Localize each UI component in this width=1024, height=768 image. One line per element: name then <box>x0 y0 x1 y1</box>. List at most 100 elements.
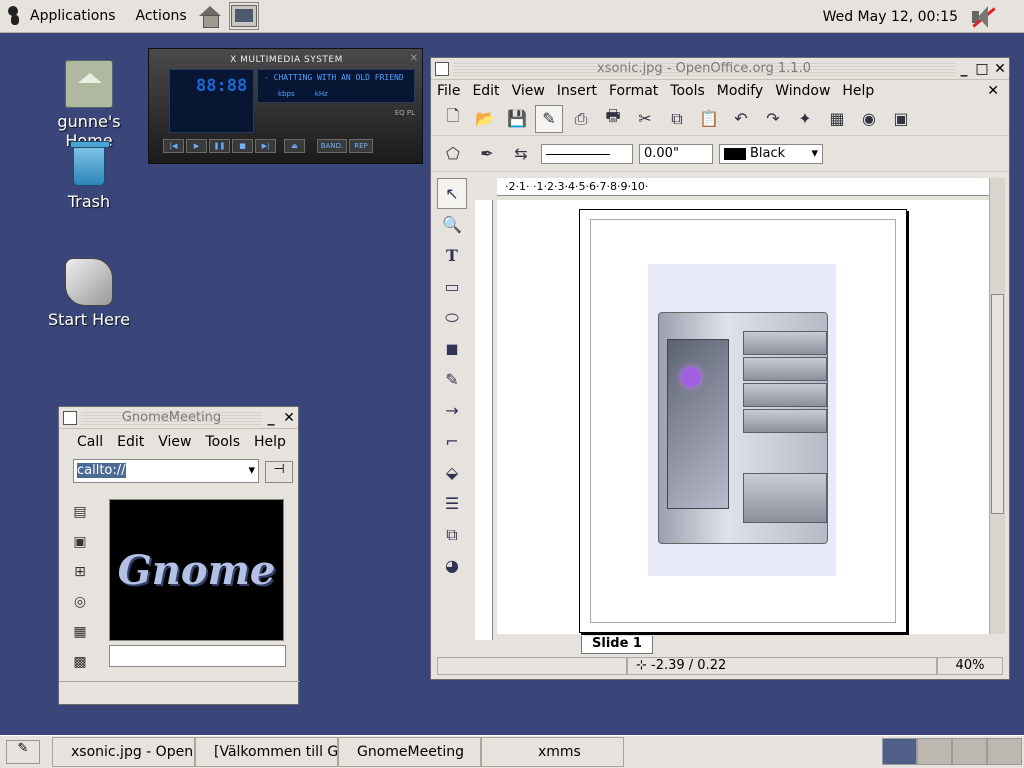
task-gnomemeeting[interactable]: GnomeMeeting <box>338 737 481 767</box>
minimize-button[interactable]: _ <box>955 61 973 77</box>
stop-button[interactable]: ■ <box>232 139 253 153</box>
menu-tools[interactable]: Tools <box>670 83 705 99</box>
gm-menu-help[interactable]: Help <box>254 434 286 450</box>
gm-audio-icon[interactable]: ▦ <box>65 617 95 647</box>
gm-window-menu-icon[interactable] <box>63 410 77 425</box>
gm-titlebar[interactable]: GnomeMeeting _ ✕ <box>59 407 298 429</box>
line-width-field[interactable]: 0.00" <box>639 143 713 164</box>
navigator-icon[interactable]: ✦ <box>791 105 819 133</box>
desktop-icon-start-here[interactable]: Start Here <box>34 258 144 329</box>
doc-close-icon[interactable]: ✕ <box>987 83 999 99</box>
select-icon[interactable]: ↖ <box>437 178 467 209</box>
3d-object-icon[interactable]: ◼ <box>437 333 467 364</box>
align-icon[interactable]: ☰ <box>437 488 467 519</box>
3d-controller-icon[interactable]: ◕ <box>437 550 467 581</box>
pl-toggle[interactable]: PL <box>407 109 415 117</box>
edit-file-icon[interactable]: ✎ <box>535 104 563 133</box>
desktop-icon-trash[interactable]: Trash <box>34 140 144 211</box>
menu-file[interactable]: File <box>437 83 460 99</box>
print-icon[interactable]: 🖶 <box>599 105 627 133</box>
prev-button[interactable]: |◀ <box>163 139 184 153</box>
effects-icon[interactable]: ⬙ <box>437 457 467 488</box>
gm-menu-call[interactable]: Call <box>77 434 103 450</box>
document-canvas[interactable] <box>497 200 989 634</box>
desktop-icon-home[interactable]: gunne's Home <box>34 60 144 150</box>
menu-edit[interactable]: Edit <box>472 83 499 99</box>
task-browser[interactable]: [Välkommen till GC <box>195 737 338 767</box>
window-menu-icon[interactable] <box>435 61 449 76</box>
open-icon[interactable]: 📂 <box>471 105 499 133</box>
eq-toggle[interactable]: EQ <box>395 109 405 117</box>
clock[interactable]: Wed May 12, 00:15 <box>823 0 958 33</box>
computer-case-image[interactable] <box>648 264 836 576</box>
eject-button[interactable]: ⏏ <box>284 139 305 153</box>
gm-webcam-icon[interactable]: ◎ <box>65 587 95 617</box>
xmms-close-icon[interactable]: ✕ <box>410 53 418 64</box>
copy-icon[interactable]: ⧉ <box>663 105 691 133</box>
arrange-icon[interactable]: ⧉ <box>437 519 467 550</box>
terminal-launcher[interactable] <box>228 2 259 30</box>
gm-chat-icon[interactable]: ▤ <box>65 497 95 527</box>
vertical-scrollbar[interactable] <box>989 178 1005 634</box>
hyperlink-icon[interactable]: ◉ <box>855 105 883 133</box>
zoom-icon[interactable]: 🔍 <box>437 209 467 240</box>
zoom-value[interactable]: 40% <box>937 657 1003 675</box>
curve-icon[interactable]: ✎ <box>437 364 467 395</box>
paste-icon[interactable]: 📋 <box>695 105 723 133</box>
line-style-select[interactable] <box>541 143 633 164</box>
text-icon[interactable]: T <box>437 240 467 271</box>
gm-video-settings-icon[interactable]: ▩ <box>65 647 95 677</box>
gm-url-input[interactable]: callto:// ▾ <box>73 459 259 483</box>
next-button[interactable]: ▶| <box>255 139 276 153</box>
gm-minimize-button[interactable]: _ <box>262 410 280 426</box>
slide-tab[interactable]: Slide 1 <box>581 636 653 654</box>
export-pdf-icon[interactable]: ⎙ <box>567 105 595 133</box>
redo-icon[interactable]: ↷ <box>759 105 787 133</box>
vertical-ruler[interactable] <box>475 200 493 640</box>
actions-menu[interactable]: Actions <box>132 0 191 33</box>
slide-page[interactable] <box>579 209 907 633</box>
menu-window[interactable]: Window <box>775 83 830 99</box>
gm-connect-icon[interactable]: ⊣ <box>265 461 293 483</box>
xmms-window[interactable]: X MULTIMEDIA SYSTEM ✕ 88:88 - CHATTING W… <box>148 48 423 164</box>
gm-close-button[interactable]: ✕ <box>280 410 298 426</box>
openoffice-window[interactable]: xsonic.jpg - OpenOffice.org 1.1.0 _ □ ✕ … <box>430 57 1010 680</box>
menu-help[interactable]: Help <box>842 83 874 99</box>
new-icon[interactable]: 🗋 <box>439 105 467 133</box>
chevron-down-icon[interactable]: ▾ <box>248 463 255 478</box>
gm-menu-edit[interactable]: Edit <box>117 434 144 450</box>
horizontal-ruler[interactable]: ·2·1· ·1·2·3·4·5·6·7·8·9·10· <box>497 178 989 196</box>
image-icon[interactable]: ▣ <box>887 105 915 133</box>
workspace-4[interactable] <box>987 738 1022 765</box>
rep-button[interactable]: REP <box>349 139 373 153</box>
line-arrow-icon[interactable]: → <box>437 395 467 426</box>
ellipse-icon[interactable]: ⬭ <box>437 302 467 333</box>
gm-control-panel-icon[interactable]: ⊞ <box>65 557 95 587</box>
gm-text-chat-icon[interactable]: ▣ <box>65 527 95 557</box>
gm-menu-view[interactable]: View <box>158 434 191 450</box>
maximize-button[interactable]: □ <box>973 61 991 77</box>
menu-view[interactable]: View <box>512 83 545 99</box>
line-color-select[interactable]: Black ▾ <box>719 143 823 164</box>
save-icon[interactable]: 💾 <box>503 105 531 133</box>
rectangle-icon[interactable]: ▭ <box>437 271 467 302</box>
applications-menu[interactable]: Applications <box>0 0 120 33</box>
line-style-icon[interactable]: ✒ <box>473 140 501 168</box>
arrow-style-icon[interactable]: ⇆ <box>507 140 535 168</box>
pause-button[interactable]: ❚❚ <box>209 139 230 153</box>
cut-icon[interactable]: ✂ <box>631 105 659 133</box>
gnomemeeting-window[interactable]: GnomeMeeting _ ✕ Call Edit View Tools He… <box>58 406 300 705</box>
task-openoffice[interactable]: xsonic.jpg - OpenO <box>52 737 195 767</box>
menu-insert[interactable]: Insert <box>557 83 597 99</box>
home-launcher[interactable] <box>195 2 225 30</box>
workspace-1[interactable] <box>882 738 917 765</box>
close-button[interactable]: ✕ <box>991 61 1009 77</box>
menu-format[interactable]: Format <box>609 83 658 99</box>
undo-icon[interactable]: ↶ <box>727 105 755 133</box>
band-button[interactable]: BAND. <box>317 139 347 153</box>
workspace-3[interactable] <box>952 738 987 765</box>
gallery-icon[interactable]: ▦ <box>823 105 851 133</box>
show-desktop-icon[interactable]: ✎ <box>6 740 40 764</box>
play-button[interactable]: ▶ <box>186 139 207 153</box>
workspace-2[interactable] <box>917 738 952 765</box>
